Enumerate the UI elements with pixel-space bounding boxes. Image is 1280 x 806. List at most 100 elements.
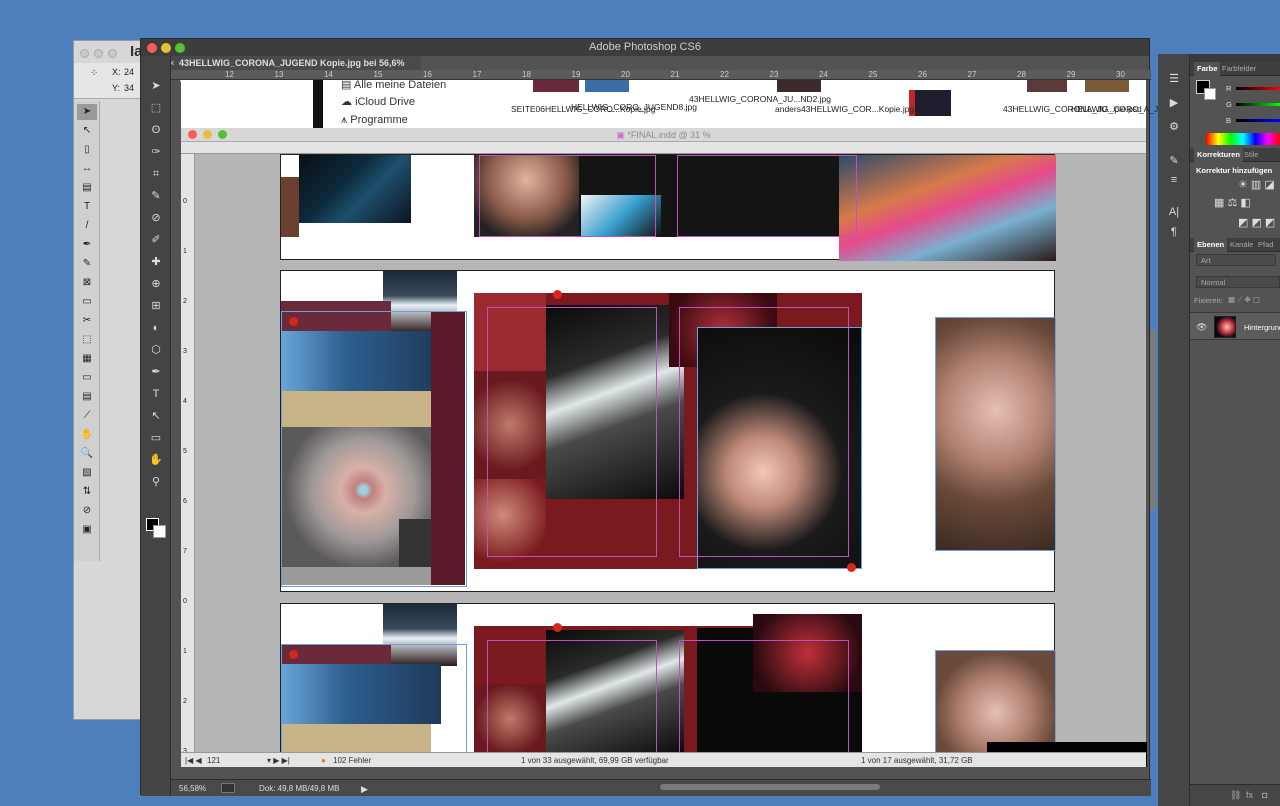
page-spread-top[interactable] [280, 154, 1056, 261]
g-slider[interactable] [1236, 103, 1280, 106]
finder-window[interactable]: ▤ Alle meine Dateien ☁ iCloud Drive ⩚ Pr… [181, 78, 1207, 128]
fx-icon[interactable]: fx [1246, 790, 1253, 800]
file-thumbnail[interactable] [1085, 80, 1129, 92]
pen-tool-icon[interactable]: ✒ [77, 237, 97, 253]
layer-name[interactable]: Hintergrund [1244, 323, 1280, 332]
lock-icons[interactable]: ▦ ⟋ ✥ ▢ [1228, 295, 1260, 305]
vertical-scrollbar[interactable] [1150, 330, 1156, 510]
file-label[interactable]: HELLWIG_CORO_JUGEND8.jpg [571, 102, 697, 112]
path-select-tool-icon[interactable]: ↖ [146, 408, 166, 424]
zoom-light[interactable] [108, 49, 117, 58]
blur-tool-icon[interactable]: ⬡ [146, 342, 166, 358]
type-tool-icon[interactable]: T [77, 199, 97, 215]
r-slider[interactable] [1236, 87, 1280, 90]
actions-play-icon[interactable]: ▶ [1166, 96, 1182, 110]
gradient-tool-icon[interactable]: ▦ [77, 351, 97, 367]
close-light[interactable] [80, 49, 89, 58]
eraser-tool-icon[interactable]: ⊞ [146, 298, 166, 314]
b-slider[interactable] [1236, 119, 1280, 122]
history-icon[interactable]: ☰ [1166, 72, 1182, 86]
x-field[interactable]: 24 [124, 67, 134, 77]
sidebar-all-files[interactable]: ▤ Alle meine Dateien [341, 78, 446, 91]
hand-tool-icon[interactable]: ✋ [146, 452, 166, 468]
selection-frame[interactable] [935, 317, 1056, 551]
y-field[interactable]: 34 [124, 83, 134, 93]
gap-tool-icon[interactable]: ↔ [77, 161, 97, 177]
quick-select-tool-icon[interactable]: ✑ [146, 144, 166, 160]
layer-filter[interactable]: Art [1196, 254, 1276, 266]
gradient-tool-icon[interactable]: ◐ [146, 320, 166, 336]
sidebar-icloud-drive[interactable]: ☁ iCloud Drive [341, 95, 415, 108]
preflight-error-icon[interactable] [553, 290, 562, 299]
transform-tool-icon[interactable]: ⬚ [77, 332, 97, 348]
file-label[interactable]: anders43HELLWIG_COR...Kopie.jpg [775, 104, 914, 114]
selection-frame[interactable] [281, 644, 467, 754]
file-thumbnail[interactable] [777, 80, 821, 92]
content-collector-icon[interactable]: ▤ [77, 180, 97, 196]
tab-stile[interactable]: Stile [1244, 148, 1259, 162]
brush-presets-icon[interactable]: ≡ [1166, 174, 1182, 188]
page-spread-bottom[interactable] [280, 603, 1056, 754]
frame-tool-icon[interactable]: ⊠ [77, 275, 97, 291]
file-thumbnail[interactable] [909, 90, 951, 116]
file-thumbnail[interactable] [585, 80, 629, 92]
mask-icon[interactable]: ◘ [1262, 790, 1267, 800]
hand-tool-icon[interactable]: ✋ [77, 427, 97, 443]
preflight-error-icon[interactable] [553, 623, 562, 632]
selection-frame[interactable] [697, 327, 862, 569]
page-spread-middle[interactable] [280, 270, 1056, 592]
tab-ebenen[interactable]: Ebenen [1194, 238, 1228, 252]
none-color-icon[interactable]: ⊘ [77, 503, 97, 519]
shape-tool-icon[interactable]: ▭ [146, 430, 166, 446]
background-color-swatch[interactable] [1204, 88, 1216, 100]
blend-mode-select[interactable]: Normal [1196, 276, 1280, 288]
document-tab[interactable]: × 43HELLWIG_CORONA_JUGEND Kopie.jpg bei … [169, 56, 421, 82]
layer-row[interactable]: 👁 Hintergrund [1190, 312, 1280, 340]
brush-icon[interactable]: ✎ [1166, 154, 1182, 168]
lasso-tool-icon[interactable]: ʘ [146, 122, 166, 138]
placed-image[interactable] [281, 177, 299, 237]
type-tool-icon[interactable]: T [146, 386, 166, 402]
text-frame[interactable] [479, 155, 656, 237]
text-frame[interactable] [679, 640, 849, 754]
selection-frame[interactable] [935, 650, 1056, 754]
fill-stroke-icon[interactable]: ▨ [77, 465, 97, 481]
sidebar-programme[interactable]: ⩚ Programme [341, 114, 408, 127]
crop-tool-icon[interactable]: ⌗ [146, 166, 166, 182]
bg-color-swatch[interactable] [153, 525, 166, 538]
minimize-light[interactable] [94, 49, 103, 58]
file-label[interactable]: HELLWIG_CORO_A_JUGEND9.jpg [1071, 104, 1207, 114]
line-tool-icon[interactable]: / [77, 218, 97, 234]
close-light[interactable] [147, 43, 157, 53]
tab-farbe[interactable]: Farbe [1194, 62, 1221, 76]
quick-mask-icon[interactable] [221, 783, 235, 793]
zoom-light[interactable] [175, 43, 185, 53]
history-brush-tool-icon[interactable]: ⊕ [146, 276, 166, 292]
scissors-tool-icon[interactable]: ✂ [77, 313, 97, 329]
tab-kanaele[interactable]: Kanäle [1230, 238, 1253, 252]
screen-mode-icon[interactable]: ▣ [77, 522, 97, 538]
direct-select-icon[interactable]: ↖ [77, 123, 97, 139]
color-ramp[interactable] [1206, 133, 1280, 145]
zoom-tool-icon[interactable]: ⚲ [146, 474, 166, 490]
visibility-eye-icon[interactable]: 👁 [1196, 322, 1207, 333]
page-number-field[interactable]: 121 [207, 756, 220, 765]
text-frame[interactable] [487, 640, 657, 754]
adjust-icons-row-1[interactable]: ☀ ▥ ◪ [1238, 178, 1275, 191]
clone-stamp-tool-icon[interactable]: ✚ [146, 254, 166, 270]
text-frame[interactable] [677, 155, 857, 237]
pencil-tool-icon[interactable]: ✎ [77, 256, 97, 272]
minimize-light[interactable] [203, 130, 212, 139]
tab-pfade[interactable]: Pfad [1258, 238, 1273, 252]
adjust-icons-row-3[interactable]: ◩ ◩ ◩ [1238, 216, 1275, 229]
zoom-level[interactable]: 56,58% [179, 784, 206, 793]
properties-icon[interactable]: ⚙ [1166, 120, 1182, 134]
eyedropper-tool-icon[interactable]: ✎ [146, 188, 166, 204]
gradient-feather-icon[interactable]: ▭ [77, 370, 97, 386]
file-thumbnail[interactable] [1027, 80, 1067, 92]
pen-tool-icon[interactable]: ✒ [146, 364, 166, 380]
text-frame[interactable] [487, 307, 657, 557]
character-icon[interactable]: A| [1166, 206, 1182, 220]
first-page-icon[interactable]: |◀ ◀ [185, 756, 202, 765]
preflight-error-icon[interactable] [847, 563, 856, 572]
